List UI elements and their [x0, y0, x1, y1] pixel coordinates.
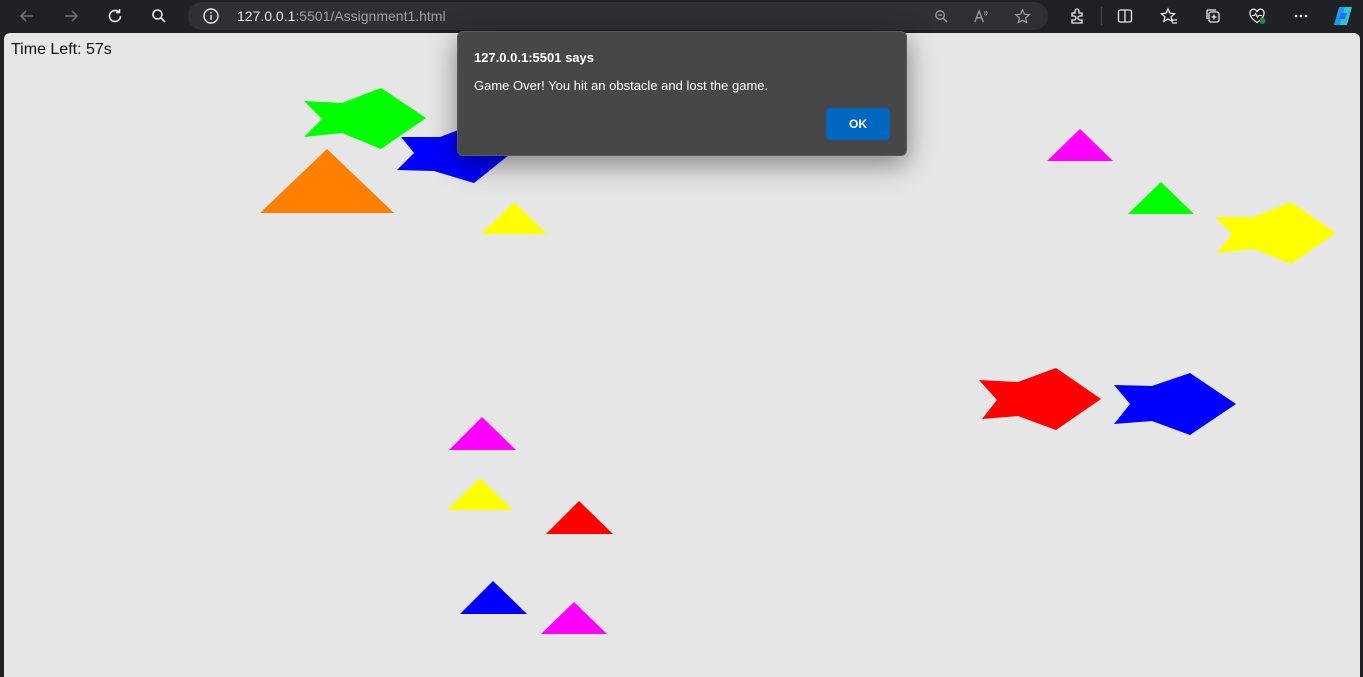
orange-triangle	[260, 149, 394, 213]
split-screen-icon[interactable]	[1112, 4, 1138, 28]
alert-dialog: 127.0.0.1:5501 says Game Over! You hit a…	[457, 31, 907, 156]
read-aloud-icon[interactable]	[969, 6, 991, 26]
address-bar[interactable]: 127.0.0.1:5501/Assignment1.html	[188, 2, 1048, 30]
toolbar-separator	[1101, 7, 1102, 25]
favorite-star-icon[interactable]	[1011, 6, 1033, 26]
blue-fish-right	[1114, 373, 1236, 435]
red-fish	[979, 368, 1101, 430]
green-triangle-right	[1128, 182, 1194, 214]
red-triangle	[546, 501, 613, 534]
url-host: 127.0.0.1	[237, 8, 296, 24]
time-left-label: Time Left: 57s	[11, 41, 112, 58]
collections-icon[interactable]	[1200, 4, 1226, 28]
blue-triangle	[460, 581, 527, 614]
site-info-icon[interactable]	[202, 7, 220, 25]
magenta-triangle-right	[1047, 129, 1113, 161]
more-menu-icon[interactable]	[1288, 4, 1314, 28]
browser-toolbar: 127.0.0.1:5501/Assignment1.html	[0, 0, 1363, 32]
alert-title: 127.0.0.1:5501 says	[474, 50, 594, 65]
search-icon[interactable]	[146, 4, 172, 28]
yellow-triangle-upper	[481, 202, 547, 234]
copilot-icon[interactable]	[1330, 4, 1356, 28]
alert-ok-button[interactable]: OK	[826, 108, 890, 140]
back-arrow-icon[interactable]	[14, 4, 40, 28]
url-text: 127.0.0.1:5501/Assignment1.html	[237, 8, 446, 24]
yellow-triangle-lower	[447, 478, 513, 510]
zoom-out-icon[interactable]	[930, 6, 952, 26]
browser-essentials-icon[interactable]	[1244, 4, 1270, 28]
alert-message: Game Over! You hit an obstacle and lost …	[474, 78, 769, 93]
forward-arrow-icon[interactable]	[58, 4, 84, 28]
magenta-triangle-bottom	[541, 602, 607, 634]
url-path: :5501/Assignment1.html	[295, 8, 446, 24]
favorites-icon[interactable]	[1156, 4, 1182, 28]
yellow-fish	[1215, 202, 1336, 264]
reload-icon[interactable]	[102, 4, 128, 28]
magenta-triangle-mid	[449, 417, 516, 450]
extensions-icon[interactable]	[1064, 4, 1090, 28]
